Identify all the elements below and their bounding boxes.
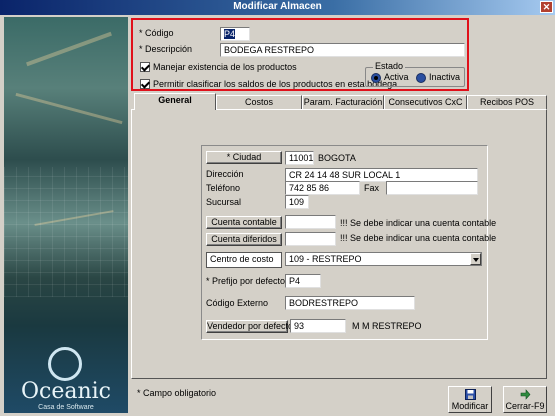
- side-banner-image: Oceanic Casa de Software: [4, 17, 128, 413]
- descripcion-label: * Descripción: [139, 44, 193, 54]
- inactiva-label: Inactiva: [429, 72, 461, 82]
- chevron-down-icon[interactable]: [470, 253, 481, 265]
- direccion-label: Dirección: [206, 169, 244, 179]
- cuenta-diferidos-warning: !!! Se debe indicar una cuenta contable: [340, 233, 497, 243]
- permitir-clasificar-checkbox[interactable]: [140, 79, 150, 89]
- codigo-externo-field[interactable]: BODRESTREPO: [285, 296, 415, 310]
- codigo-field[interactable]: P4: [220, 27, 250, 41]
- estado-legend: Estado: [373, 61, 406, 71]
- ciudad-button[interactable]: * Ciudad: [206, 151, 282, 164]
- sucursal-field[interactable]: 109: [285, 195, 309, 209]
- prefijo-field[interactable]: P4: [285, 274, 321, 288]
- tab-param-facturacion[interactable]: Param. Facturación: [302, 95, 384, 109]
- fax-label: Fax: [364, 183, 380, 193]
- direccion-field[interactable]: CR 24 14 48 SUR LOCAL 1: [285, 168, 478, 182]
- save-icon: [464, 389, 476, 400]
- activa-label: Activa: [384, 72, 409, 82]
- manejar-existencia-label: Manejar existencia de los productos: [153, 62, 297, 72]
- required-note: * Campo obligatorio: [137, 388, 217, 398]
- cerrar-button[interactable]: Cerrar-F9: [503, 386, 547, 413]
- telefono-field[interactable]: 742 85 86: [285, 181, 360, 195]
- centro-costo-select[interactable]: 109 - RESTREPO: [285, 252, 482, 266]
- ciudad-name: BOGOTA: [318, 153, 356, 163]
- exit-arrow-icon: [520, 389, 530, 400]
- close-icon[interactable]: ✕: [540, 1, 553, 13]
- cuenta-diferidos-field[interactable]: [285, 232, 336, 246]
- sucursal-label: Sucursal: [206, 197, 242, 207]
- telefono-label: Teléfono: [206, 183, 241, 193]
- cuenta-contable-warning: !!! Se debe indicar una cuenta contable: [340, 218, 497, 228]
- activa-radio[interactable]: [371, 73, 381, 83]
- centro-costo-value: 109 - RESTREPO: [289, 254, 362, 264]
- oceanic-logo: Oceanic Casa de Software: [4, 347, 128, 413]
- vendedor-button[interactable]: Vendedor por defecto: [206, 320, 293, 333]
- logo-subtitle: Casa de Software: [38, 404, 94, 411]
- cuenta-contable-button[interactable]: Cuenta contable: [206, 216, 282, 229]
- vendedor-code-field[interactable]: 93: [290, 319, 346, 333]
- cerrar-label: Cerrar-F9: [505, 401, 545, 411]
- tab-recibos-pos[interactable]: Recibos POS: [467, 95, 547, 109]
- codigo-externo-label: Código Externo: [206, 298, 269, 308]
- modificar-button[interactable]: Modificar: [448, 386, 492, 413]
- cuenta-contable-field[interactable]: [285, 215, 336, 229]
- estado-group: Estado Activa Inactiva: [365, 61, 465, 87]
- vendedor-name: M M RESTREPO: [352, 321, 422, 331]
- codigo-label: * Código: [139, 28, 174, 38]
- tab-consecutivos-cxc[interactable]: Consecutivos CxC: [384, 95, 467, 109]
- cuenta-diferidos-button[interactable]: Cuenta diferidos: [206, 233, 282, 246]
- inactiva-radio[interactable]: [416, 73, 426, 83]
- centro-costo-label: Centro de costo: [206, 252, 282, 268]
- descripcion-field[interactable]: BODEGA RESTREPO: [220, 43, 465, 57]
- tab-general[interactable]: General: [134, 93, 216, 110]
- manejar-existencia-checkbox[interactable]: [140, 62, 150, 72]
- title-bar: Modificar Almacen ✕: [0, 0, 555, 15]
- tab-costos[interactable]: Costos: [216, 95, 302, 109]
- fax-field[interactable]: [386, 181, 478, 195]
- modificar-label: Modificar: [451, 401, 489, 411]
- logo-word: Oceanic: [20, 379, 112, 404]
- permitir-clasificar-label: Permitir clasificar los saldos de los pr…: [153, 79, 398, 89]
- prefijo-label: * Prefijo por defecto: [206, 276, 286, 286]
- ciudad-code-field[interactable]: 11001: [285, 151, 314, 165]
- window-title: Modificar Almacen: [233, 1, 322, 12]
